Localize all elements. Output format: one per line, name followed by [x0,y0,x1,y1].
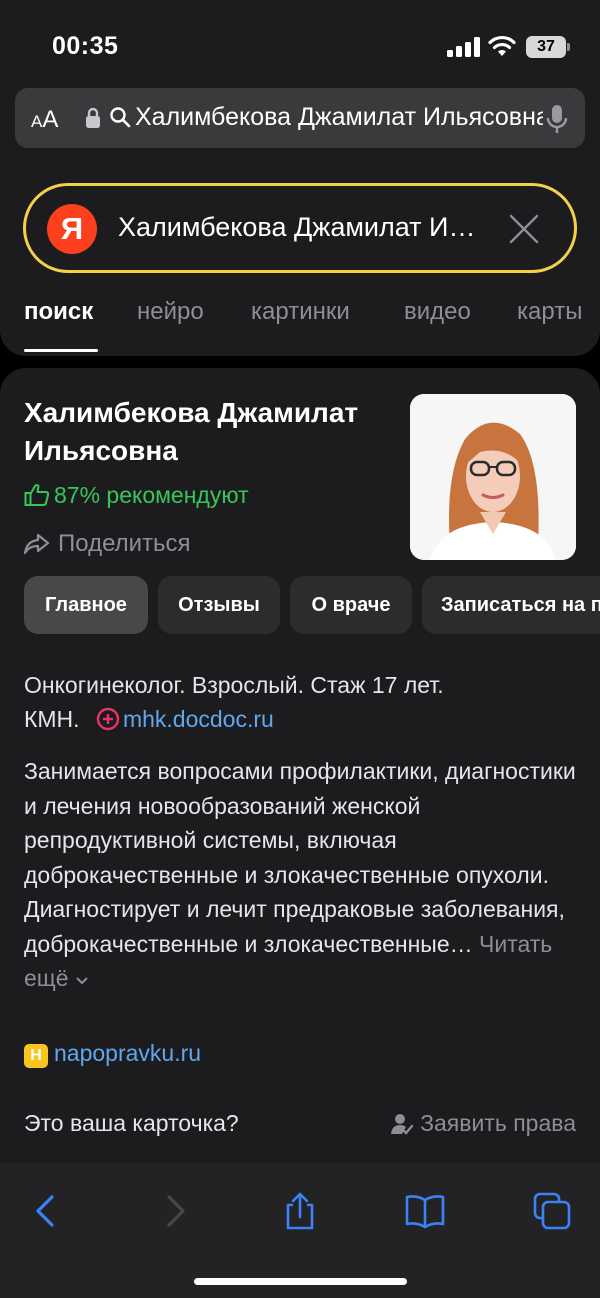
card-sections: Главное Отзывы О враче Записаться на при… [0,576,600,634]
browser-toolbar [0,1163,600,1298]
tab-maps[interactable]: карты [517,298,582,326]
search-tabs: поиск нейро картинки видео карты [0,298,600,356]
recommendation-rate: 87% рекомендуют [24,482,249,509]
napopravku-icon: Н [24,1044,48,1068]
text-size-button[interactable]: AA [31,106,58,134]
share-icon[interactable] [280,1191,320,1231]
tab-video[interactable]: видео [404,298,471,326]
source-link-napopravku[interactable]: Нnapopravku.ru [24,1040,201,1068]
degree: КМН. [24,706,80,732]
source-link-docdoc[interactable]: mhk.docdoc.ru [123,706,274,732]
chip-book-appointment[interactable]: Записаться на прием [422,576,600,634]
cellular-signal-icon [447,37,481,57]
clock: 00:35 [52,32,119,60]
chip-main[interactable]: Главное [24,576,148,634]
chip-reviews[interactable]: Отзывы [158,576,280,634]
search-query[interactable]: Халимбекова Джамилат Ильясовна [118,212,488,243]
active-tab-indicator [24,349,98,352]
doctor-summary: Онкогинеколог. Взрослый. Стаж 17 лет. КМ… [24,668,584,736]
chip-about-doctor[interactable]: О враче [290,576,412,634]
share-arrow-icon [23,533,50,555]
doctor-card: Халимбекова Джамилат Ильясовна 87% реком… [0,368,600,1168]
doctor-name[interactable]: Халимбекова Джамилат Ильясовна [24,394,394,470]
close-icon[interactable] [507,212,541,246]
tab-images[interactable]: картинки [251,298,350,326]
thumbs-up-icon [24,484,50,506]
claim-question: Это ваша карточка? [24,1110,239,1136]
chevron-down-icon [76,977,88,985]
degree-line: КМН. mhk.docdoc.ru [24,702,584,736]
wifi-icon [488,35,516,56]
browser-address-area: AA Халимбекова Джамилат Ильясовна [0,80,600,164]
description-text: Занимается вопросами профилактики, диагн… [24,758,576,957]
address-bar[interactable]: AA Халимбекова Джамилат Ильясовна [15,88,585,148]
doctor-photo[interactable] [410,394,576,560]
doctor-portrait [410,394,576,560]
search-icon [110,107,131,128]
specialty-line: Онкогинеколог. Взрослый. Стаж 17 лет. [24,672,444,698]
battery-tip [567,43,570,51]
doctor-description: Занимается вопросами профилактики, диагн… [24,754,584,996]
user-check-icon [391,1114,414,1135]
search-header: Я Халимбекова Джамилат Ильясовна поиск н… [0,164,600,356]
share-button[interactable]: Поделиться [23,530,191,558]
claim-rights-button[interactable]: Заявить права [390,1110,576,1137]
home-indicator[interactable] [194,1278,407,1285]
lock-icon [86,107,100,128]
yandex-logo[interactable]: Я [47,204,97,254]
status-bar: 00:35 37 [0,0,600,80]
microphone-icon[interactable] [545,104,569,134]
tab-neuro[interactable]: нейро [137,298,204,326]
back-icon[interactable] [26,1191,66,1231]
forward-icon[interactable] [155,1191,195,1231]
tab-search[interactable]: поиск [24,298,93,326]
tabs-icon[interactable] [532,1191,572,1231]
battery-indicator: 37 [526,36,566,58]
docdoc-icon [96,707,120,731]
address-text[interactable]: Халимбекова Джамилат Ильясовна [135,103,543,132]
bookmarks-icon[interactable] [405,1191,445,1231]
search-box[interactable]: Я Халимбекова Джамилат Ильясовна [23,183,577,273]
